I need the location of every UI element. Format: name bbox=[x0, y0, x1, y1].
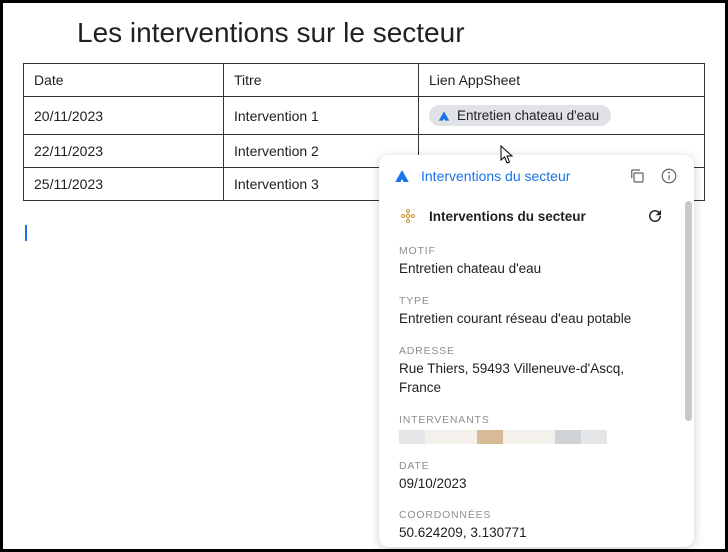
intervenant-swatch bbox=[555, 430, 581, 444]
info-icon bbox=[660, 167, 678, 185]
field-value: Rue Thiers, 59493 Villeneuve-d'Ascq, Fra… bbox=[399, 360, 664, 398]
cell-date: 20/11/2023 bbox=[24, 97, 224, 135]
field-label: TYPE bbox=[399, 295, 664, 307]
table-header-date: Date bbox=[24, 64, 224, 97]
refresh-button[interactable] bbox=[646, 207, 664, 225]
intervenant-swatch bbox=[477, 430, 503, 444]
appsheet-icon bbox=[437, 109, 451, 123]
popup-header-link[interactable]: Interventions du secteur bbox=[421, 168, 570, 184]
cell-date: 22/11/2023 bbox=[24, 135, 224, 168]
field-label: COORDONNÉES bbox=[399, 509, 664, 521]
popup-header: Interventions du secteur bbox=[379, 155, 694, 197]
intervenant-swatch bbox=[399, 430, 425, 444]
popup-header-title: Interventions du secteur bbox=[421, 168, 616, 184]
intervenant-swatch bbox=[529, 430, 555, 444]
copy-button[interactable] bbox=[626, 165, 648, 187]
copy-icon bbox=[628, 167, 646, 185]
table-row: 20/11/2023 Intervention 1 Entretien chat… bbox=[24, 97, 705, 135]
intervenant-swatch bbox=[503, 430, 529, 444]
intervenant-swatch bbox=[425, 430, 451, 444]
info-button[interactable] bbox=[658, 165, 680, 187]
field-label: DATE bbox=[399, 460, 664, 472]
table-header-titre: Titre bbox=[224, 64, 419, 97]
field-label: MOTIF bbox=[399, 245, 664, 257]
field-label: ADRESSE bbox=[399, 345, 664, 357]
popup-body: Interventions du secteur MOTIF Entretien… bbox=[379, 197, 694, 547]
field-adresse: ADRESSE Rue Thiers, 59493 Villeneuve-d'A… bbox=[379, 339, 684, 408]
field-label: INTERVENANTS bbox=[399, 414, 664, 426]
intervenant-swatch bbox=[581, 430, 607, 444]
cell-date: 25/11/2023 bbox=[24, 168, 224, 201]
field-intervenants: INTERVENANTS bbox=[379, 408, 684, 454]
cell-titre: Intervention 1 bbox=[224, 97, 419, 135]
field-coordonnees: COORDONNÉES 50.624209, 3.130771 bbox=[379, 503, 684, 547]
field-value: 09/10/2023 bbox=[399, 475, 664, 494]
intervenant-swatch bbox=[451, 430, 477, 444]
appsheet-icon bbox=[393, 167, 411, 185]
table-header-lien: Lien AppSheet bbox=[419, 64, 705, 97]
cell-lien: Entretien chateau d'eau bbox=[419, 97, 705, 135]
page-title: Les interventions sur le secteur bbox=[3, 3, 725, 63]
field-value: Entretien chateau d'eau bbox=[399, 260, 664, 279]
popup-card-title: Interventions du secteur bbox=[429, 209, 634, 224]
scrollbar-thumb[interactable] bbox=[685, 201, 692, 421]
appsheet-preview-popup: Interventions du secteur Interventions d… bbox=[379, 155, 694, 547]
intervenants-swatches bbox=[399, 430, 664, 444]
field-date: DATE 09/10/2023 bbox=[379, 454, 684, 504]
field-value: Entretien courant réseau d'eau potable bbox=[399, 310, 664, 329]
field-type: TYPE Entretien courant réseau d'eau pota… bbox=[379, 289, 684, 339]
field-value: 50.624209, 3.130771 bbox=[399, 524, 664, 543]
sector-icon bbox=[399, 207, 417, 225]
popup-card-header: Interventions du secteur bbox=[379, 197, 684, 239]
popup-scroll-area[interactable]: Interventions du secteur MOTIF Entretien… bbox=[379, 197, 688, 547]
text-caret bbox=[25, 225, 27, 241]
field-motif: MOTIF Entretien chateau d'eau bbox=[379, 239, 684, 289]
appsheet-chip[interactable]: Entretien chateau d'eau bbox=[429, 105, 611, 126]
chip-label: Entretien chateau d'eau bbox=[457, 108, 599, 123]
